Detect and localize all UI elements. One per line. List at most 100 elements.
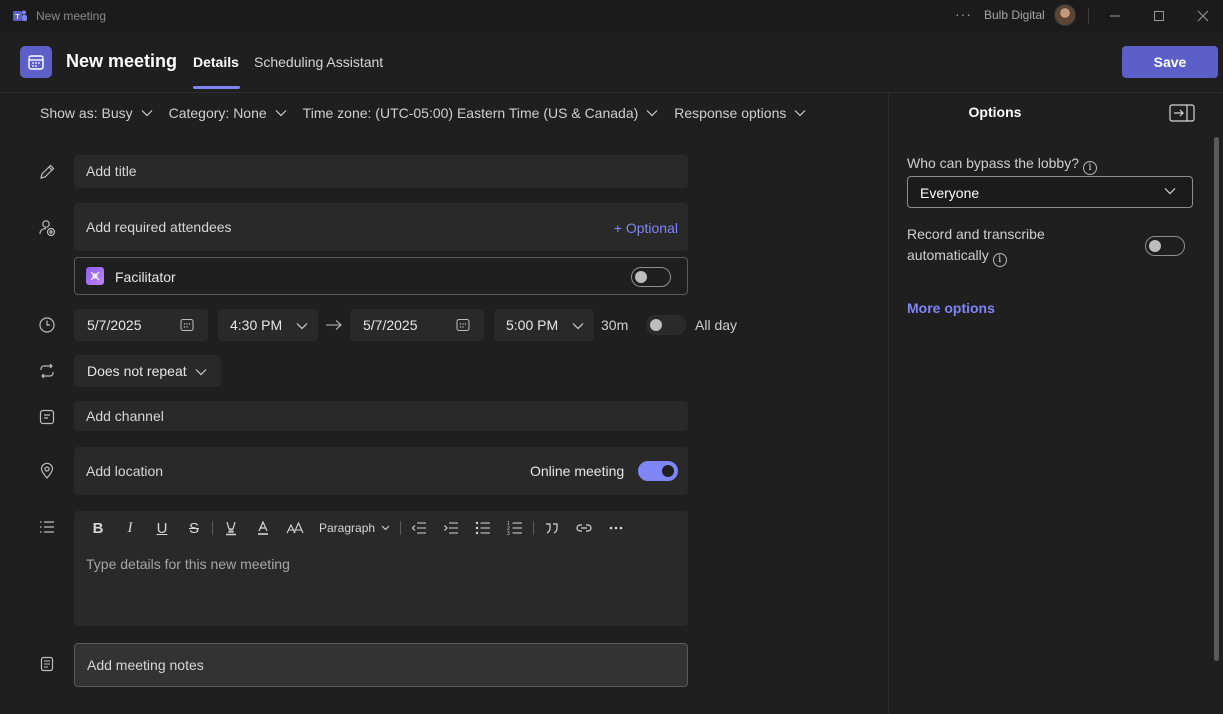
details-editor[interactable]: B I U S Paragraph 123 Type details for t… [74, 511, 688, 626]
start-time-picker[interactable]: 4:30 PM [218, 309, 318, 341]
options-bar: Show as: Busy Category: None Time zone: … [40, 105, 822, 121]
attendees-placeholder: Add required attendees [86, 219, 232, 235]
font-color-icon[interactable] [247, 517, 279, 539]
show-as-dropdown[interactable]: Show as: Busy [40, 105, 153, 121]
category-dropdown[interactable]: Category: None [169, 105, 287, 121]
end-date-value: 5/7/2025 [363, 317, 418, 333]
tab-details[interactable]: Details [193, 54, 240, 89]
minimize-icon[interactable] [1105, 6, 1125, 26]
notes-icon [40, 656, 54, 672]
chevron-down-icon [195, 369, 207, 376]
strikethrough-icon[interactable]: S [178, 517, 210, 539]
bullet-list-icon[interactable] [467, 517, 499, 539]
paragraph-style-dropdown[interactable]: Paragraph [311, 517, 398, 539]
channel-icon [39, 409, 55, 425]
channel-placeholder: Add channel [86, 408, 164, 424]
lobby-label: Who can bypass the lobby? i [907, 155, 1097, 175]
avatar[interactable] [1054, 4, 1076, 26]
window-title: New meeting [36, 9, 107, 23]
attendees-input[interactable]: Add required attendees + Optional [74, 203, 688, 251]
info-icon[interactable]: i [1083, 161, 1097, 175]
optional-attendees-link[interactable]: + Optional [614, 220, 678, 236]
location-placeholder: Add location [86, 463, 164, 479]
title-placeholder: Add title [86, 163, 137, 179]
meeting-form: Show as: Busy Category: None Time zone: … [0, 93, 888, 714]
chevron-down-icon [141, 110, 153, 117]
time-zone-label: Time zone: (UTC-05:00) Eastern Time (US … [302, 105, 639, 121]
record-transcribe-toggle[interactable] [1145, 236, 1185, 256]
channel-input[interactable]: Add channel [74, 401, 688, 431]
record-label-line1: Record and transcribe [907, 226, 1045, 242]
more-menu-icon[interactable]: ··· [955, 6, 972, 22]
svg-text:3: 3 [507, 531, 510, 536]
end-time-value: 5:00 PM [506, 317, 559, 333]
category-label: Category: None [168, 105, 267, 121]
details-placeholder: Type details for this new meeting [86, 556, 290, 572]
bold-icon[interactable]: B [82, 517, 114, 539]
outdent-icon[interactable] [403, 517, 435, 539]
toolbar-divider [400, 521, 402, 535]
end-date-picker[interactable]: 5/7/2025 [350, 309, 484, 341]
meeting-header: New meeting Details Scheduling Assistant… [0, 32, 1223, 93]
format-toolbar: B I U S Paragraph 123 [82, 517, 632, 539]
clock-icon [39, 317, 55, 333]
record-label-text: automatically [907, 247, 989, 263]
title-bar: T New meeting ··· Bulb Digital [0, 0, 1223, 32]
link-icon[interactable] [568, 517, 600, 539]
text-align-icon [40, 521, 54, 533]
highlight-icon[interactable] [215, 517, 247, 539]
end-time-picker[interactable]: 5:00 PM [494, 309, 594, 341]
all-day-label: All day [695, 317, 738, 333]
person-add-icon [39, 220, 56, 237]
facilitator-icon [86, 267, 104, 285]
toolbar-divider [533, 521, 535, 535]
calendar-icon [180, 319, 194, 331]
page-title: New meeting [66, 51, 178, 71]
italic-icon[interactable]: I [114, 517, 146, 539]
org-name[interactable]: Bulb Digital [984, 8, 1045, 22]
options-title: Options [968, 104, 1022, 120]
indent-icon[interactable] [435, 517, 467, 539]
all-day-toggle[interactable] [646, 315, 686, 335]
toolbar-divider [212, 521, 213, 535]
title-input[interactable]: Add title [74, 155, 688, 188]
teams-logo-icon: T [13, 10, 27, 21]
lobby-value: Everyone [920, 185, 980, 201]
facilitator-label: Facilitator [115, 269, 176, 285]
repeat-dropdown[interactable]: Does not repeat [74, 355, 221, 387]
meeting-notes-input[interactable]: Add meeting notes [74, 643, 688, 687]
info-icon[interactable]: i [992, 253, 1007, 267]
title-divider [1088, 8, 1089, 24]
chevron-down-icon [381, 525, 390, 531]
tab-scheduling-assistant[interactable]: Scheduling Assistant [254, 54, 383, 70]
maximize-icon[interactable] [1149, 6, 1169, 26]
options-scrollbar[interactable] [1214, 137, 1219, 661]
online-meeting-toggle[interactable] [638, 461, 678, 481]
numbered-list-icon[interactable]: 123 [499, 517, 531, 539]
facilitator-toggle[interactable] [631, 267, 671, 287]
lobby-label-text: Who can bypass the lobby? [907, 155, 1079, 171]
response-options-dropdown[interactable]: Response options [674, 105, 806, 121]
quote-icon[interactable] [536, 517, 568, 539]
more-options-link[interactable]: More options [907, 300, 995, 316]
calendar-icon [456, 319, 470, 331]
start-date-value: 5/7/2025 [87, 317, 142, 333]
collapse-pane-icon[interactable] [1169, 104, 1195, 122]
time-zone-dropdown[interactable]: Time zone: (UTC-05:00) Eastern Time (US … [303, 105, 659, 121]
pencil-icon [40, 164, 55, 179]
underline-icon[interactable]: U [146, 517, 178, 539]
close-icon[interactable] [1193, 6, 1213, 26]
more-options-icon[interactable] [600, 517, 632, 539]
location-input[interactable]: Add location Online meeting [74, 447, 688, 495]
options-pane: Options Who can bypass the lobby? i Every… [888, 93, 1223, 714]
repeat-icon [40, 363, 54, 379]
chevron-down-icon [794, 110, 806, 117]
font-size-icon[interactable] [279, 517, 311, 539]
save-button[interactable]: Save [1122, 46, 1218, 78]
repeat-value: Does not repeat [87, 363, 187, 379]
chevron-down-icon [572, 323, 584, 330]
chevron-down-icon [646, 110, 658, 117]
lobby-dropdown[interactable]: Everyone [907, 176, 1193, 208]
show-as-label: Show as: Busy [40, 105, 133, 121]
start-date-picker[interactable]: 5/7/2025 [74, 309, 208, 341]
